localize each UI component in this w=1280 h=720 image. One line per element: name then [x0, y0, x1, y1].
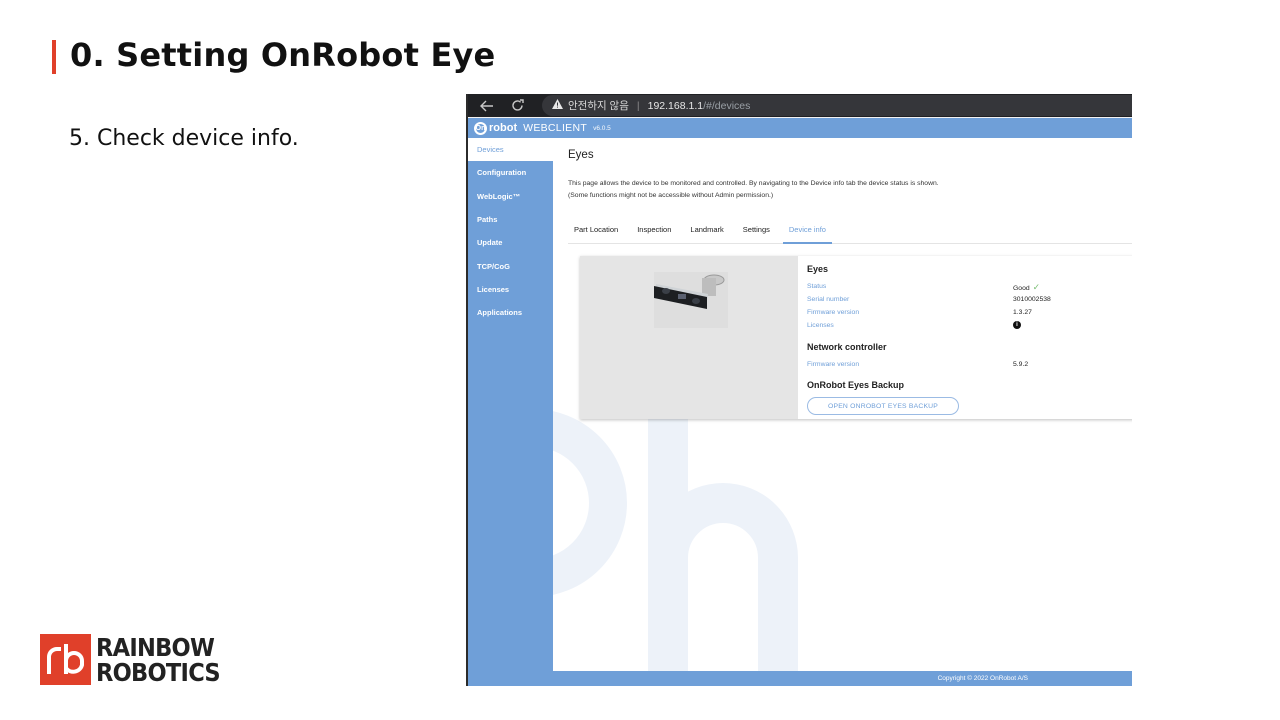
warning-icon: [552, 99, 563, 112]
page-title: Eyes: [568, 149, 594, 161]
main-content: Eyes This page allows the device to be m…: [553, 138, 1132, 671]
tab-settings[interactable]: Settings: [737, 218, 776, 244]
sidebar-item-update[interactable]: Update: [468, 231, 553, 254]
sidebar-item-tcp-cog[interactable]: TCP/CoG: [468, 254, 553, 277]
reload-icon[interactable]: [506, 95, 528, 117]
sidebar-item-configuration[interactable]: Configuration: [468, 161, 553, 184]
browser-toolbar: 안전하지 않음 | 192.168.1.1 /#/devices: [468, 94, 1132, 117]
firmware-value: 1.3.27: [1013, 309, 1032, 316]
app-name: WEBCLIENT: [523, 122, 588, 134]
app-header: On robot WEBCLIENT v6.0.5: [468, 118, 1132, 138]
title-accent-bar: [52, 40, 56, 74]
onrobot-logo-text: robot: [489, 122, 518, 134]
section-eyes-backup: OnRobot Eyes Backup: [807, 380, 905, 390]
status-text: Good: [1013, 285, 1030, 292]
onrobot-logo-mark: On: [474, 121, 487, 135]
tab-part-location[interactable]: Part Location: [568, 218, 624, 244]
security-warning-text: 안전하지 않음: [568, 100, 629, 112]
copyright-text: Copyright © 2022 OnRobot A/S: [937, 675, 1028, 682]
address-bar[interactable]: 안전하지 않음 | 192.168.1.1 /#/devices: [542, 95, 1132, 116]
open-eyes-backup-button[interactable]: OPEN ONROBOT EYES BACKUP: [807, 397, 959, 415]
logo-line-1: RAINBOW: [96, 632, 215, 662]
tab-inspection[interactable]: Inspection: [631, 218, 677, 244]
onrobot-logo: On robot: [474, 121, 518, 135]
sidebar-item-licenses[interactable]: Licenses: [468, 278, 553, 301]
slide-title: 0. Setting OnRobot Eye: [70, 36, 496, 74]
webclient-screenshot: 안전하지 않음 | 192.168.1.1 /#/devices On robo…: [466, 94, 1132, 686]
page-description: This page allows the device to be monito…: [568, 178, 939, 202]
url-path: /#/devices: [703, 99, 751, 112]
description-line-1: This page allows the device to be monito…: [568, 180, 939, 187]
tab-landmark[interactable]: Landmark: [684, 218, 729, 244]
back-arrow-icon[interactable]: [476, 95, 498, 117]
app-version: v6.0.5: [593, 124, 611, 132]
serial-value: 3010002538: [1013, 296, 1051, 303]
network-firmware-value: 5.9.2: [1013, 361, 1029, 368]
url-host: 192.168.1.1: [647, 99, 704, 112]
section-eyes: Eyes: [807, 264, 829, 274]
info-icon[interactable]: i: [1013, 321, 1021, 329]
sidebar-item-applications[interactable]: Applications: [468, 301, 553, 324]
firmware-label: Firmware version: [807, 309, 860, 316]
section-network-controller: Network controller: [807, 342, 887, 352]
network-firmware-label: Firmware version: [807, 361, 860, 368]
serial-label: Serial number: [807, 296, 850, 303]
sidebar-item-paths[interactable]: Paths: [468, 208, 553, 231]
check-icon: ✓: [1032, 282, 1041, 292]
eyes-camera-image: [654, 272, 728, 328]
device-info-card: Eyes Status Good ✓ Serial number 30100025…: [580, 256, 1132, 419]
status-value: Good ✓: [1013, 282, 1040, 293]
sidebar-item-weblogic[interactable]: WebLogic™: [468, 185, 553, 208]
status-label: Status: [807, 283, 827, 290]
tab-device-info[interactable]: Device info: [782, 218, 832, 244]
logo-wordmark: RAINBOW ROBOTICS: [96, 632, 221, 687]
licenses-label: Licenses: [807, 322, 834, 329]
app-footer: Copyright © 2022 OnRobot A/S: [553, 671, 1132, 686]
rb-logo-mark: [40, 634, 91, 685]
description-line-2: (Some functions might not be accessible …: [568, 192, 774, 199]
sidebar: Devices Configuration WebLogic™ Paths Up…: [468, 138, 553, 686]
rainbow-robotics-logo: RAINBOW ROBOTICS: [40, 634, 231, 685]
device-tabs: Part Location Inspection Landmark Settin…: [568, 218, 1132, 244]
device-image: [580, 256, 798, 419]
sidebar-item-devices[interactable]: Devices: [468, 138, 553, 162]
url-separator: |: [636, 99, 640, 112]
step-instruction: 5. Check device info.: [69, 126, 299, 151]
logo-line-2: ROBOTICS: [96, 657, 221, 687]
